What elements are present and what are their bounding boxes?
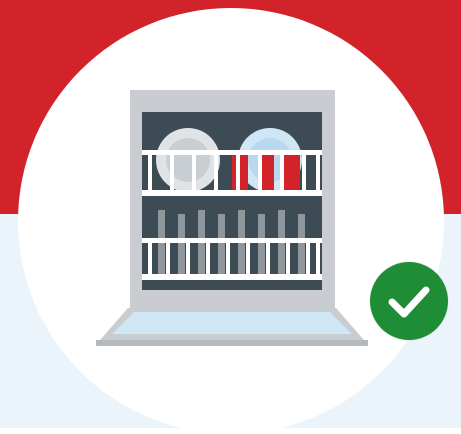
- dishwasher-icon: [96, 90, 368, 346]
- dishwasher-door: [96, 308, 368, 346]
- checkmark-icon: [388, 286, 430, 318]
- cups: [232, 152, 300, 192]
- check-badge: [370, 262, 448, 340]
